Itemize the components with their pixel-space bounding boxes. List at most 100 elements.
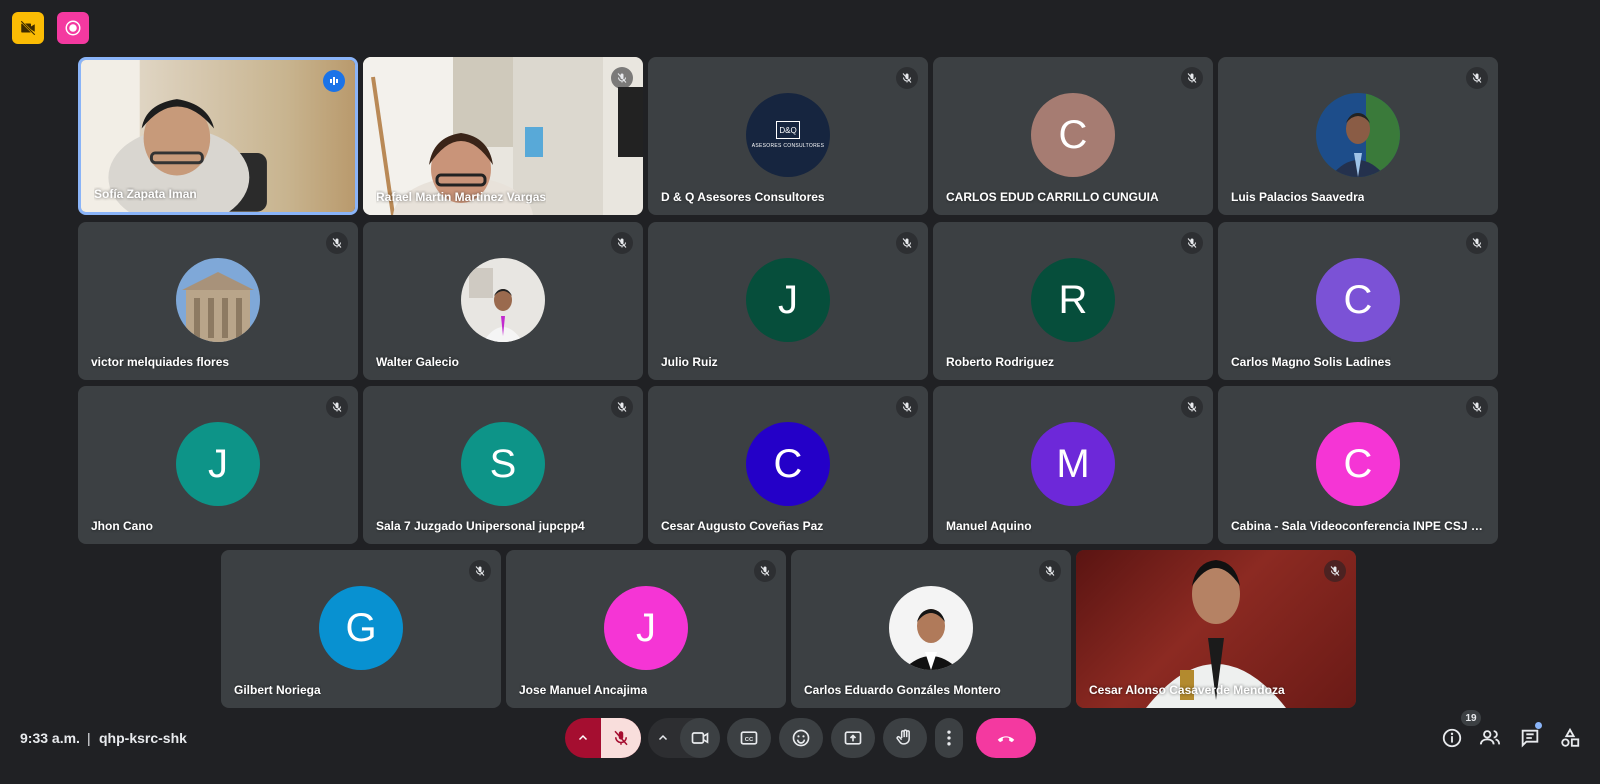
mic-off-icon xyxy=(754,560,776,582)
participant-photo xyxy=(176,258,260,342)
activities-shapes-icon xyxy=(1561,727,1580,747)
meeting-controls-bar: 9:33 a.m. | qhp-ksrc-shk CC 19 xyxy=(0,710,1600,784)
participant-tile[interactable]: J Jhon Cano xyxy=(78,386,358,544)
participant-tile[interactable]: C Cabina - Sala Videoconferencia INPE CS… xyxy=(1218,386,1498,544)
raise-hand-button[interactable] xyxy=(883,718,927,758)
participant-tile[interactable]: S Sala 7 Juzgado Unipersonal jupcpp4 xyxy=(363,386,643,544)
participant-name: Walter Galecio xyxy=(376,355,459,369)
camera-toggle-button[interactable] xyxy=(680,718,720,758)
people-button[interactable] xyxy=(1478,726,1502,750)
mic-off-icon xyxy=(614,730,628,746)
recording-off-icon[interactable] xyxy=(12,12,44,44)
participant-tile[interactable]: Sofía Zapata Iman xyxy=(78,57,358,215)
participant-name: Luis Palacios Saavedra xyxy=(1231,190,1365,204)
mic-off-icon xyxy=(1324,560,1346,582)
participant-name: Carlos Magno Solis Ladines xyxy=(1231,355,1392,369)
present-screen-icon xyxy=(844,731,862,745)
participant-tile[interactable]: C CARLOS EDUD CARRILLO CUNGUIA xyxy=(933,57,1213,215)
mic-off-icon xyxy=(1039,560,1061,582)
end-call-icon xyxy=(997,736,1015,743)
more-options-button[interactable] xyxy=(935,718,963,758)
participant-avatar: J xyxy=(604,586,688,670)
participant-logo: D&Q ASESORES CONSULTORES xyxy=(746,93,830,177)
participant-tile[interactable]: C Carlos Magno Solis Ladines xyxy=(1218,222,1498,380)
video-options-button[interactable] xyxy=(648,718,678,758)
microphone-toggle-button[interactable] xyxy=(601,718,641,758)
participant-name: Manuel Aquino xyxy=(946,519,1032,533)
participant-name: Cesar Augusto Coveñas Paz xyxy=(661,519,824,533)
participant-tile[interactable]: J Julio Ruiz xyxy=(648,222,928,380)
chat-button[interactable] xyxy=(1518,726,1542,750)
mic-off-icon xyxy=(326,232,348,254)
participant-name: Sala 7 Juzgado Unipersonal jupcpp4 xyxy=(376,519,585,533)
camera-control-group xyxy=(648,718,720,758)
participant-tile[interactable]: Luis Palacios Saavedra xyxy=(1218,57,1498,215)
mic-off-icon xyxy=(611,396,633,418)
current-time: 9:33 a.m. xyxy=(20,730,80,746)
participant-avatar: S xyxy=(461,422,545,506)
reactions-button[interactable] xyxy=(779,718,823,758)
participant-name: Rafael Martin Martinez Vargas xyxy=(376,190,547,204)
mic-off-icon xyxy=(326,396,348,418)
participant-avatar: J xyxy=(746,258,830,342)
participant-avatar: C xyxy=(1316,258,1400,342)
participant-tile[interactable]: M Manuel Aquino xyxy=(933,386,1213,544)
participant-name: Sofía Zapata Iman xyxy=(94,187,197,201)
camera-icon xyxy=(691,732,709,744)
people-icon xyxy=(1479,730,1501,745)
activities-button[interactable] xyxy=(1558,726,1582,750)
mic-off-icon xyxy=(1466,232,1488,254)
participant-name: D & Q Asesores Consultores xyxy=(661,190,825,204)
mic-off-icon xyxy=(1466,67,1488,89)
mic-control-group xyxy=(565,718,641,758)
meeting-code: qhp-ksrc-shk xyxy=(99,730,187,746)
mic-off-icon xyxy=(896,232,918,254)
participant-name: Julio Ruiz xyxy=(661,355,718,369)
participant-avatar: C xyxy=(1031,93,1115,177)
participant-name: Gilbert Noriega xyxy=(234,683,321,697)
participant-tile[interactable]: Cesar Alonso Casaverde Mendoza xyxy=(1076,550,1356,708)
chat-notification-dot xyxy=(1535,722,1542,729)
chevron-up-icon xyxy=(578,734,588,741)
chat-icon xyxy=(1521,729,1539,748)
participant-name: Cesar Alonso Casaverde Mendoza xyxy=(1089,683,1285,697)
mic-off-icon xyxy=(611,67,633,89)
speaking-indicator-icon xyxy=(323,70,345,92)
meeting-details-button[interactable] xyxy=(1440,726,1464,750)
participant-tile[interactable]: Carlos Eduardo Gonzáles Montero xyxy=(791,550,1071,708)
participant-tile[interactable]: G Gilbert Noriega xyxy=(221,550,501,708)
participant-tile[interactable]: victor melquiades flores xyxy=(78,222,358,380)
live-stream-icon[interactable] xyxy=(57,12,89,44)
mic-off-icon xyxy=(1181,232,1203,254)
participant-count-badge: 19 xyxy=(1461,710,1481,726)
participant-tile[interactable]: J Jose Manuel Ancajima xyxy=(506,550,786,708)
participant-name: victor melquiades flores xyxy=(91,355,230,369)
participant-tile[interactable]: Rafael Martin Martinez Vargas xyxy=(363,57,643,215)
audio-options-button[interactable] xyxy=(565,718,601,758)
closed-captions-icon: CC xyxy=(740,731,758,745)
info-icon xyxy=(1442,728,1462,748)
participant-name: Jose Manuel Ancajima xyxy=(519,683,648,697)
participant-photo xyxy=(461,258,545,342)
leave-call-button[interactable] xyxy=(976,718,1036,758)
participant-tile[interactable]: R Roberto Rodriguez xyxy=(933,222,1213,380)
participant-name: CARLOS EDUD CARRILLO CUNGUIA xyxy=(946,190,1159,204)
participant-avatar: C xyxy=(1316,422,1400,506)
participant-photo xyxy=(1316,93,1400,177)
participant-avatar: R xyxy=(1031,258,1115,342)
participant-name: Cabina - Sala Videoconferencia INPE CSJ … xyxy=(1231,519,1486,533)
participant-avatar: C xyxy=(746,422,830,506)
participant-tile[interactable]: C Cesar Augusto Coveñas Paz xyxy=(648,386,928,544)
mic-off-icon xyxy=(896,396,918,418)
participant-tile[interactable]: Walter Galecio xyxy=(363,222,643,380)
mic-off-icon xyxy=(611,232,633,254)
captions-button[interactable]: CC xyxy=(727,718,771,758)
participant-avatar: J xyxy=(176,422,260,506)
chevron-up-icon xyxy=(658,734,668,741)
mic-off-icon xyxy=(1466,396,1488,418)
emoji-icon xyxy=(792,729,810,747)
svg-text:CC: CC xyxy=(745,737,754,743)
participant-tile[interactable]: D&Q ASESORES CONSULTORES D & Q Asesores … xyxy=(648,57,928,215)
participant-name: Carlos Eduardo Gonzáles Montero xyxy=(804,683,1001,697)
present-screen-button[interactable] xyxy=(831,718,875,758)
